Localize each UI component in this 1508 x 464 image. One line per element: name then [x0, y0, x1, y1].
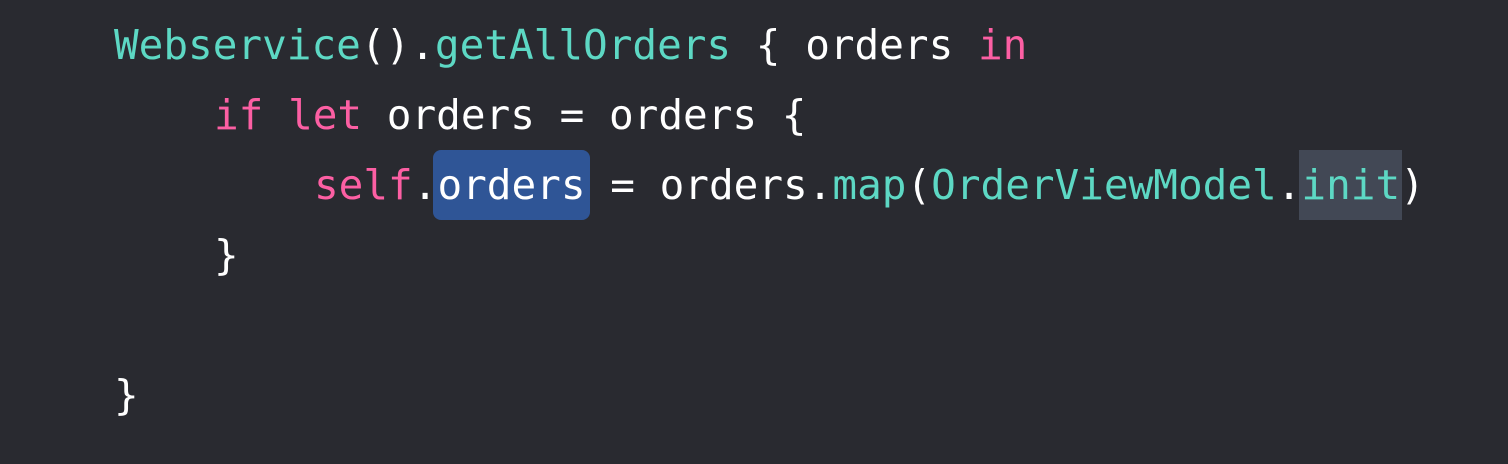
keyword-if: if [214, 91, 264, 139]
if-brace-close: } [214, 231, 239, 279]
paren-open: ( [906, 161, 932, 209]
code-line-1[interactable]: Webservice().getAllOrders { orders in [0, 10, 1027, 80]
call-parens: (). [360, 21, 435, 69]
selected-orders-token[interactable]: orders [433, 150, 590, 220]
code-line-6[interactable]: } [0, 360, 139, 430]
code-line-3[interactable]: self.orders = orders.map(OrderViewModel.… [0, 150, 1425, 220]
method-get-all-orders: getAllOrders [434, 21, 732, 69]
paren-close: ) [1400, 161, 1425, 209]
code-line-4[interactable]: } [0, 220, 239, 290]
if-let-binding: orders = orders { [362, 91, 807, 139]
dot: . [1276, 161, 1302, 209]
closure-param-orders: orders [805, 21, 954, 69]
closure-brace-open: { [731, 21, 806, 69]
highlighted-init-token[interactable]: init [1299, 150, 1403, 220]
keyword-self: self [314, 161, 413, 209]
type-webservice: Webservice [114, 21, 361, 69]
closure-brace-close: } [114, 371, 139, 419]
code-line-2[interactable]: if let orders = orders { [0, 80, 806, 150]
code-editor[interactable]: Webservice().getAllOrders { orders in if… [0, 0, 1508, 464]
type-order-view-model: OrderViewModel [931, 161, 1277, 209]
keyword-let: let [288, 91, 363, 139]
code-line-5-empty[interactable] [0, 290, 114, 360]
method-map: map [832, 161, 907, 209]
assignment: = orders. [585, 161, 833, 209]
keyword-in: in [977, 21, 1028, 69]
